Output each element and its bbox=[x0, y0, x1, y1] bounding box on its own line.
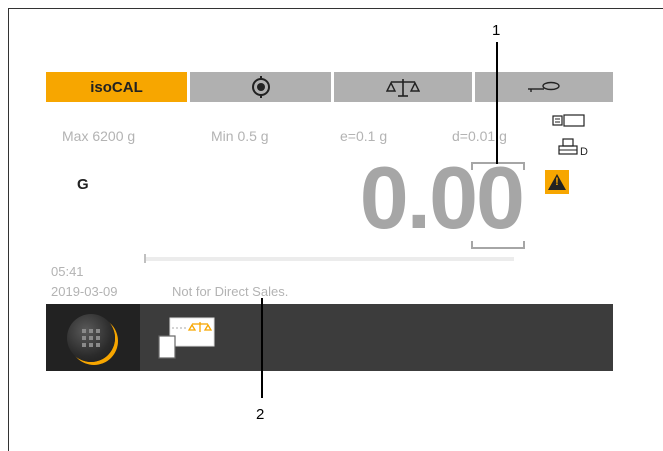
printer-status: D bbox=[558, 138, 588, 158]
weight-bargraph bbox=[144, 257, 514, 261]
printer-icon bbox=[558, 138, 578, 155]
weighing-app-button[interactable] bbox=[158, 316, 218, 360]
tab-isocal[interactable]: isoCAL bbox=[46, 72, 187, 102]
tab-target[interactable] bbox=[190, 72, 331, 102]
tab-isocal-label: isoCAL bbox=[90, 78, 143, 96]
digit-bracket-bottom bbox=[471, 241, 525, 249]
spec-e: e=0.1 g bbox=[340, 128, 388, 144]
callout-2-label: 2 bbox=[256, 406, 265, 423]
frame-border-top bbox=[8, 8, 663, 9]
legal-note: Not for Direct Sales. bbox=[172, 284, 289, 299]
balance-scale-icon bbox=[386, 79, 420, 97]
home-button[interactable] bbox=[67, 314, 115, 362]
bargraph-zero-tick bbox=[144, 254, 146, 263]
weighing-app-icon bbox=[158, 317, 215, 359]
printer-suffix: D bbox=[580, 146, 588, 158]
clock-time: 05:41 bbox=[51, 264, 84, 279]
callout-1-label: 1 bbox=[492, 22, 501, 39]
grid-menu-icon bbox=[82, 329, 100, 347]
warning-symbol: ! bbox=[555, 176, 559, 188]
weighing-mode: G bbox=[77, 176, 89, 193]
spec-max: Max 6200 g bbox=[62, 128, 136, 144]
key-icon bbox=[528, 81, 560, 92]
frame-border-left bbox=[8, 8, 9, 451]
callout-2-line bbox=[261, 298, 263, 398]
warning-badge[interactable]: ! bbox=[545, 170, 569, 194]
callout-1-line bbox=[496, 42, 498, 164]
tab-scale[interactable] bbox=[334, 72, 472, 102]
spec-d: d=0.01 g bbox=[452, 128, 507, 144]
spec-min: Min 0.5 g bbox=[211, 128, 269, 144]
clock-date: 2019-03-09 bbox=[51, 284, 118, 299]
card-icon bbox=[552, 114, 585, 127]
target-icon bbox=[251, 76, 270, 98]
digit-bracket-top bbox=[471, 162, 525, 170]
